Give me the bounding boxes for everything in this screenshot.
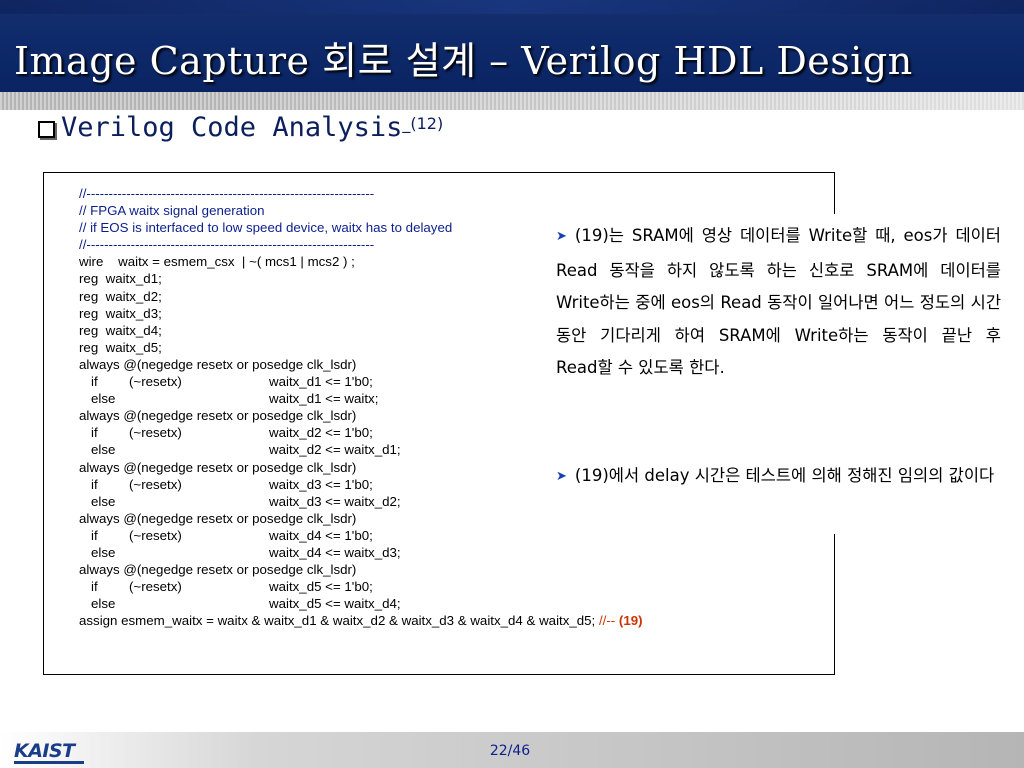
section-title: Verilog Code Analysis: [61, 112, 403, 143]
code-condition: (~resetx): [129, 374, 182, 390]
code-line: else waitx_d5 <= waitx_d4;: [79, 595, 643, 612]
code-text: //--------------------------------------…: [79, 186, 375, 201]
code-text: reg waitx_d5;: [79, 339, 162, 355]
code-line: always @(negedge resetx or posedge clk_l…: [79, 561, 643, 578]
note-box: ➤ (19)는 SRAM에 영상 데이터를 Write할 때, eos가 데이터 …: [538, 214, 1006, 534]
code-reference-tag: (19): [618, 613, 643, 629]
kaist-logo: KAIST: [14, 740, 75, 762]
code-keyword: else: [91, 391, 116, 407]
code-statement: waitx_d1 <= waitx;: [269, 391, 379, 407]
code-line: //--------------------------------------…: [79, 185, 643, 202]
checkbox-icon: [38, 121, 55, 138]
code-statement: waitx_d4 <= waitx_d3;: [269, 544, 401, 560]
code-keyword: else: [91, 596, 116, 612]
code-line: else waitx_d4 <= waitx_d3;: [79, 544, 643, 561]
code-text: assign esmem_waitx = waitx & waitx_d1 & …: [79, 613, 599, 629]
code-condition: (~resetx): [129, 527, 182, 543]
code-text: // if EOS is interfaced to low speed dev…: [79, 220, 453, 236]
code-line: assign esmem_waitx = waitx & waitx_d1 & …: [79, 612, 643, 629]
code-statement: waitx_d5 <= waitx_d4;: [269, 596, 401, 612]
code-statement: waitx_d3 <= 1'b0;: [269, 476, 373, 492]
code-text: always @(negedge resetx or posedge clk_l…: [79, 356, 357, 372]
stripe-fade: [0, 92, 1024, 110]
note-text: (19)에서 delay 시간은 테스트에 의해 정해진 임의의 값이다: [574, 466, 995, 485]
code-comment: //--: [598, 613, 619, 629]
code-keyword: if: [91, 425, 98, 441]
code-keyword: if: [91, 527, 98, 543]
arrow-right-icon: ➤: [556, 469, 567, 484]
section-heading: Verilog Code Analysis_(12): [38, 112, 443, 143]
stripe-divider: [0, 92, 1024, 110]
code-keyword: else: [91, 544, 116, 560]
title-bar-sheen: [0, 0, 1024, 14]
title-bar: Image Capture 회로 설계 – Verilog HDL Design: [0, 0, 1024, 92]
code-statement: waitx_d1 <= 1'b0;: [269, 374, 373, 390]
note-item: ➤ (19)에서 delay 시간은 테스트에 의해 정해진 임의의 값이다: [556, 460, 1001, 495]
code-text: wire waitx = esmem_csx | ~( mcs1 | mcs2 …: [79, 254, 355, 270]
logo-underline: [14, 761, 84, 764]
arrow-right-icon: ➤: [556, 229, 567, 244]
code-statement: waitx_d5 <= 1'b0;: [269, 579, 373, 595]
code-text: //--------------------------------------…: [79, 237, 375, 253]
code-text: reg waitx_d1;: [79, 271, 162, 287]
code-keyword: if: [91, 579, 98, 595]
code-text: // FPGA waitx signal generation: [79, 203, 265, 219]
code-keyword: if: [91, 476, 98, 492]
code-keyword: else: [91, 493, 116, 509]
slide-title: Image Capture 회로 설계 – Verilog HDL Design: [14, 39, 913, 83]
code-statement: waitx_d2 <= 1'b0;: [269, 425, 373, 441]
code-condition: (~resetx): [129, 476, 182, 492]
note-item: ➤ (19)는 SRAM에 영상 데이터를 Write할 때, eos가 데이터 …: [556, 220, 1001, 385]
code-line: if (~resetx) waitx_d5 <= 1'b0;: [79, 578, 643, 595]
code-statement: waitx_d3 <= waitx_d2;: [269, 493, 401, 509]
code-condition: (~resetx): [129, 579, 182, 595]
note-text: (19)는 SRAM에 영상 데이터를 Write할 때, eos가 데이터 R…: [556, 226, 1001, 377]
code-text: reg waitx_d2;: [79, 288, 162, 304]
code-text: always @(negedge resetx or posedge clk_l…: [79, 510, 357, 526]
page-number: 22/46: [489, 743, 531, 759]
code-text: always @(negedge resetx or posedge clk_l…: [79, 408, 357, 424]
code-text: reg waitx_d4;: [79, 322, 162, 338]
section-subtitle: _(12): [402, 114, 444, 133]
footer-bar: KAIST 22/46: [0, 732, 1024, 768]
code-statement: waitx_d2 <= waitx_d1;: [269, 442, 401, 458]
code-condition: (~resetx): [129, 425, 182, 441]
code-text: always @(negedge resetx or posedge clk_l…: [79, 459, 357, 475]
code-statement: waitx_d4 <= 1'b0;: [269, 527, 373, 543]
code-text: always @(negedge resetx or posedge clk_l…: [79, 562, 357, 578]
code-keyword: else: [91, 442, 116, 458]
code-text: reg waitx_d3;: [79, 305, 162, 321]
code-keyword: if: [91, 374, 98, 390]
